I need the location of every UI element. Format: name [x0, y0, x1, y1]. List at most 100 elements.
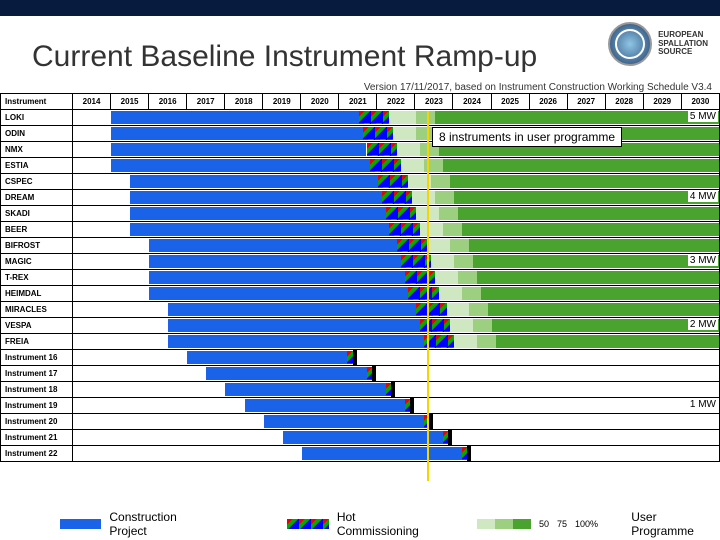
instrument-name: Instrument 21: [1, 430, 73, 446]
phase-cp: [206, 367, 366, 380]
instrument-name: T-REX: [1, 270, 73, 286]
instrument-name: BIFROST: [1, 238, 73, 254]
phase-hc: [370, 159, 400, 172]
phase-up100: [477, 271, 719, 284]
instrument-name: ODIN: [1, 126, 73, 142]
phase-hc: [363, 127, 393, 140]
legend-grad-50: 50: [539, 519, 549, 529]
phase-up50: [450, 319, 473, 332]
end-marker: [372, 366, 376, 382]
phase-cp: [225, 383, 385, 396]
phase-cp: [111, 159, 370, 172]
instrument-name: FREIA: [1, 334, 73, 350]
phase-up100: [469, 239, 719, 252]
instrument-name: Instrument 18: [1, 382, 73, 398]
gantt-row: [73, 110, 720, 126]
phase-up75: [416, 111, 435, 124]
phase-up50: [393, 127, 416, 140]
phase-up75: [439, 207, 458, 220]
phase-up50: [435, 271, 458, 284]
phase-cp: [149, 239, 397, 252]
phase-cp: [168, 335, 423, 348]
col-year: 2030: [681, 94, 719, 110]
legend-hotcomm-icon: [287, 519, 328, 529]
gantt-row: [73, 398, 720, 414]
col-year: 2029: [643, 94, 681, 110]
instrument-name: ESTIA: [1, 158, 73, 174]
end-marker: [410, 398, 414, 414]
phase-up75: [469, 303, 488, 316]
end-marker: [429, 414, 433, 430]
ess-logo-icon: [608, 22, 652, 66]
phase-up100: [492, 319, 719, 332]
instrument-name: DREAM: [1, 190, 73, 206]
col-year: 2019: [263, 94, 301, 110]
ess-logo: EUROPEANSPALLATIONSOURCE: [608, 22, 708, 66]
col-instrument: Instrument: [1, 94, 73, 110]
phase-hc: [420, 319, 450, 332]
phase-up75: [458, 271, 477, 284]
instrument-name: Instrument 22: [1, 446, 73, 462]
phase-cp: [130, 175, 378, 188]
table-row: Instrument 17: [1, 366, 720, 382]
gantt-row: [73, 174, 720, 190]
slide-header: Current Baseline Instrument Ramp-up EURO…: [0, 0, 720, 80]
phase-cp: [168, 303, 416, 316]
col-year: 2024: [453, 94, 491, 110]
gantt-row: [73, 382, 720, 398]
instrument-name: LOKI: [1, 110, 73, 126]
gantt-row: [73, 350, 720, 366]
gantt-row: [73, 142, 720, 158]
phase-cp: [283, 431, 443, 444]
power-label: 1 MW: [688, 399, 718, 410]
table-row: Instrument 21: [1, 430, 720, 446]
legend-construction-icon: [60, 519, 101, 529]
instrument-name: Instrument 20: [1, 414, 73, 430]
table-row: ESTIA: [1, 158, 720, 174]
phase-cp: [111, 143, 366, 156]
instrument-name: Instrument 16: [1, 350, 73, 366]
gantt-row: [73, 366, 720, 382]
milestone-annotation: 8 instruments in user programme: [432, 127, 622, 147]
phase-up50: [431, 255, 454, 268]
gantt-row: [73, 158, 720, 174]
instrument-name: CSPEC: [1, 174, 73, 190]
legend-userprog-icon: [477, 519, 531, 529]
gantt-row: [73, 430, 720, 446]
phase-cp: [149, 287, 408, 300]
table-row: Instrument 22: [1, 446, 720, 462]
instrument-name: MIRACLES: [1, 302, 73, 318]
phase-hc: [359, 111, 389, 124]
phase-up75: [450, 239, 469, 252]
phase-cp: [168, 319, 420, 332]
table-row: BEER: [1, 222, 720, 238]
phase-up50: [389, 111, 416, 124]
phase-up100: [473, 255, 719, 268]
gantt-chart: Instrument201420152016201720182019202020…: [0, 93, 720, 513]
phase-up75: [462, 287, 481, 300]
phase-hc: [378, 175, 408, 188]
phase-hc: [367, 143, 397, 156]
end-marker: [448, 430, 452, 446]
table-row: SKADI: [1, 206, 720, 222]
gantt-row: [73, 238, 720, 254]
power-label: 2 MW: [688, 319, 718, 330]
legend-grad-100: 100%: [575, 519, 598, 529]
gantt-row: [73, 190, 720, 206]
phase-cp: [130, 191, 382, 204]
table-row: MAGIC: [1, 254, 720, 270]
instrument-name: SKADI: [1, 206, 73, 222]
phase-up75: [477, 335, 496, 348]
phase-up50: [397, 143, 420, 156]
table-row: LOKI: [1, 110, 720, 126]
col-year: 2021: [339, 94, 377, 110]
phase-hc: [397, 239, 427, 252]
phase-up75: [473, 319, 492, 332]
phase-hc: [408, 287, 438, 300]
legend-hotcomm-label: Hot Commissioning: [337, 510, 427, 538]
phase-cp: [149, 255, 401, 268]
instrument-name: BEER: [1, 222, 73, 238]
phase-up50: [454, 335, 477, 348]
gantt-row: [73, 254, 720, 270]
phase-up75: [443, 223, 462, 236]
